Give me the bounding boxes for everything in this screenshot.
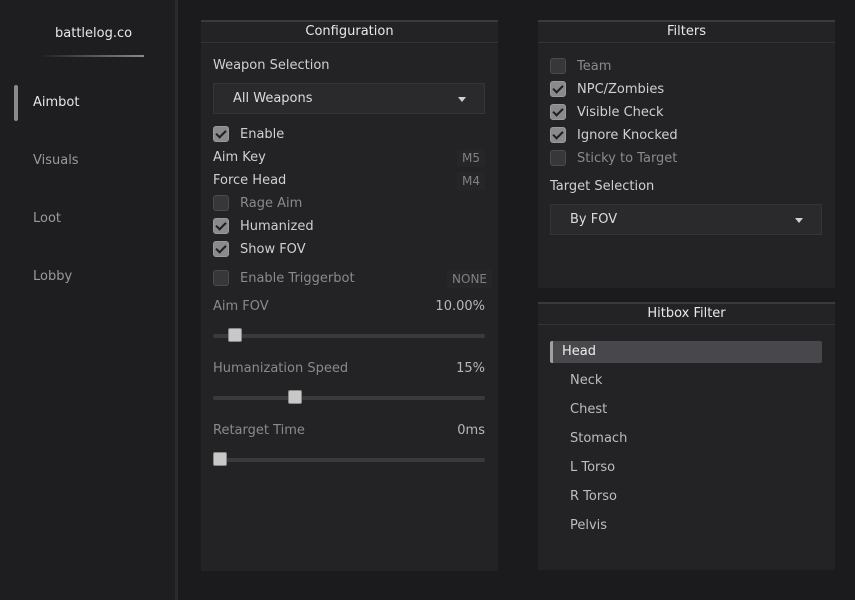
hitbox-item-pelvis[interactable]: Pelvis: [550, 515, 822, 537]
retarget-time-label: Retarget Time: [213, 423, 305, 438]
aim-fov-slider-thumb[interactable]: [228, 328, 242, 342]
configuration-title: Configuration: [201, 22, 498, 43]
nav-item-lobby[interactable]: Lobby: [14, 259, 164, 295]
configuration-panel: Configuration Weapon Selection All Weapo…: [201, 20, 498, 571]
filter-sticky-target-label: Sticky to Target: [577, 151, 678, 166]
chevron-down-icon: [795, 218, 803, 223]
filter-npc-zombies-checkbox[interactable]: [550, 81, 566, 97]
filter-sticky-target-checkbox[interactable]: [550, 150, 566, 166]
target-selection-dropdown[interactable]: By FOV: [550, 204, 822, 235]
filter-team-checkbox[interactable]: [550, 58, 566, 74]
aim-fov-slider-track[interactable]: [213, 328, 485, 342]
filters-title: Filters: [538, 22, 835, 43]
enable-checkbox[interactable]: [213, 126, 229, 142]
filter-ignore-knocked-label: Ignore Knocked: [577, 128, 678, 143]
nav-item-visuals[interactable]: Visuals: [14, 143, 164, 179]
filter-visible-check-label: Visible Check: [577, 105, 664, 120]
humanization-speed-slider-thumb[interactable]: [288, 390, 302, 404]
hitbox-item-neck[interactable]: Neck: [550, 370, 822, 392]
sidebar: battlelog.co Aimbot Visuals Loot Lobby: [0, 0, 178, 600]
hitbox-filter-panel: Hitbox Filter Head Neck Chest Stomach L …: [538, 302, 835, 570]
hitbox-item-chest[interactable]: Chest: [550, 399, 822, 421]
target-selection-label: Target Selection: [550, 179, 655, 194]
chevron-down-icon: [458, 97, 466, 102]
aim-key-label: Aim Key: [213, 150, 266, 165]
rage-aim-checkbox[interactable]: [213, 195, 229, 211]
weapon-selection-label: Weapon Selection: [213, 58, 330, 73]
triggerbot-checkbox[interactable]: [213, 270, 229, 286]
show-fov-label: Show FOV: [240, 242, 306, 257]
retarget-time-value: 0ms: [457, 423, 485, 438]
retarget-time-slider-thumb[interactable]: [213, 452, 227, 466]
show-fov-checkbox[interactable]: [213, 241, 229, 257]
triggerbot-key-bind[interactable]: NONE: [447, 270, 492, 288]
nav-item-aimbot[interactable]: Aimbot: [14, 85, 164, 121]
hitbox-filter-title: Hitbox Filter: [538, 304, 835, 325]
humanization-speed-slider-track[interactable]: [213, 390, 485, 404]
filter-npc-zombies-label: NPC/Zombies: [577, 82, 665, 97]
aim-fov-value: 10.00%: [435, 299, 485, 314]
hitbox-item-l-torso[interactable]: L Torso: [550, 457, 822, 479]
force-head-label: Force Head: [213, 173, 287, 188]
aim-key-bind[interactable]: M5: [457, 149, 485, 167]
force-head-bind[interactable]: M4: [457, 172, 485, 190]
weapon-selection-value: All Weapons: [233, 91, 313, 106]
weapon-selection-dropdown[interactable]: All Weapons: [213, 83, 485, 114]
filters-panel: Filters Team NPC/Zombies Visible Check I…: [538, 20, 835, 288]
target-selection-value: By FOV: [570, 212, 618, 227]
humanized-checkbox[interactable]: [213, 218, 229, 234]
filter-ignore-knocked-checkbox[interactable]: [550, 127, 566, 143]
humanization-speed-label: Humanization Speed: [213, 361, 349, 376]
filter-team-label: Team: [577, 59, 612, 74]
retarget-time-slider-track[interactable]: [213, 452, 485, 466]
filter-visible-check-checkbox[interactable]: [550, 104, 566, 120]
hitbox-item-head[interactable]: Head: [550, 341, 822, 363]
aim-fov-label: Aim FOV: [213, 299, 269, 314]
enable-label: Enable: [240, 127, 285, 142]
hitbox-item-r-torso[interactable]: R Torso: [550, 486, 822, 508]
humanization-speed-value: 15%: [456, 361, 485, 376]
brand-logo-text: battlelog.co: [55, 26, 133, 41]
brand-divider: [38, 55, 144, 57]
hitbox-item-stomach[interactable]: Stomach: [550, 428, 822, 450]
triggerbot-label: Enable Triggerbot: [240, 271, 355, 286]
nav-item-loot[interactable]: Loot: [14, 201, 164, 237]
humanized-label: Humanized: [240, 219, 314, 234]
rage-aim-label: Rage Aim: [240, 196, 303, 211]
